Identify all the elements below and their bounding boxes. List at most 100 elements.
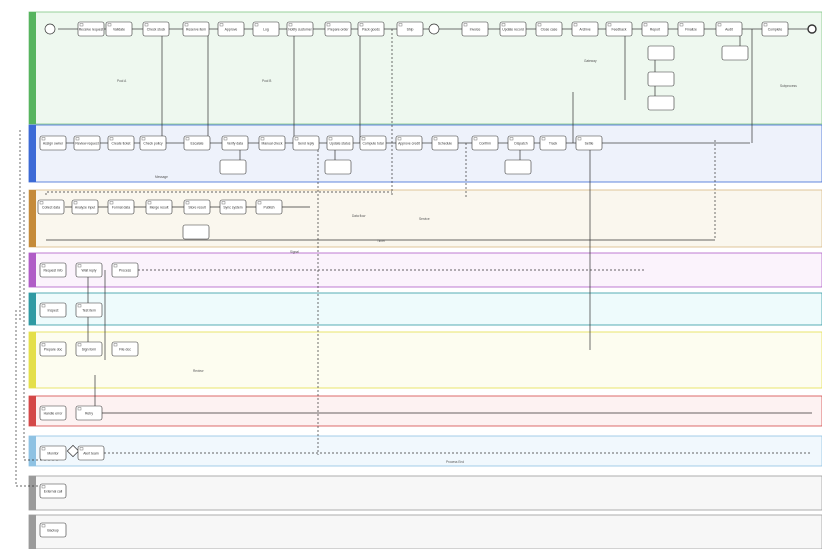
task-box[interactable]: Handle error <box>39 405 67 421</box>
task-box[interactable]: Send reply <box>292 135 320 151</box>
task-label: Escalate <box>190 141 203 145</box>
task-box[interactable]: Close case <box>535 21 563 37</box>
task-box[interactable]: Escalate <box>183 135 211 151</box>
subprocess-box[interactable] <box>504 159 532 175</box>
task-label: Process <box>119 268 132 272</box>
task-box[interactable]: Request info <box>39 262 67 278</box>
task-label: Settle <box>585 141 594 145</box>
task-box[interactable]: Schedule <box>431 135 459 151</box>
task-box[interactable]: Update status <box>326 135 354 151</box>
subprocess-box[interactable] <box>219 159 247 175</box>
task-label: Approve <box>225 27 238 31</box>
task-box[interactable]: Review request <box>73 135 101 151</box>
task-box[interactable]: Approve credit <box>395 135 423 151</box>
task-box[interactable]: Create ticket <box>107 135 135 151</box>
task-box[interactable]: Feedback <box>605 21 633 37</box>
annotation-a4: Subprocess <box>780 84 797 88</box>
subprocess-box[interactable] <box>647 45 675 61</box>
task-box[interactable]: Assign owner <box>39 135 67 151</box>
task-box[interactable]: Log <box>252 21 280 37</box>
task-label: Receive request <box>79 27 104 31</box>
task-box[interactable]: Analyze input <box>71 199 99 215</box>
task-label: Track <box>549 141 558 145</box>
task-box[interactable]: Retry <box>75 405 103 421</box>
task-label: Merge result <box>150 205 169 209</box>
task-label: Validate <box>113 27 125 31</box>
task-label: Prepare doc <box>44 347 63 351</box>
task-box[interactable]: Invoice <box>461 21 489 37</box>
subprocess-box[interactable] <box>647 95 675 111</box>
lane-l5 <box>28 292 822 326</box>
task-label: Notify customer <box>288 27 312 31</box>
task-box[interactable]: Check policy <box>139 135 167 151</box>
task-label: Complete <box>768 27 783 31</box>
task-box[interactable]: Inspect <box>39 302 67 318</box>
annotation-a2: Pool B <box>262 79 271 83</box>
task-box[interactable]: Ship <box>396 21 424 37</box>
task-box[interactable]: Prepare order <box>324 21 352 37</box>
task-box[interactable]: Dispatch <box>507 135 535 151</box>
task-box[interactable]: Test item <box>75 302 103 318</box>
subprocess-box[interactable] <box>324 159 352 175</box>
task-label: Request info <box>43 268 62 272</box>
task-label: Test item <box>82 308 96 312</box>
task-box[interactable]: Archive <box>571 21 599 37</box>
task-box[interactable]: Collect data <box>37 199 65 215</box>
task-label: Send reply <box>298 141 315 145</box>
lane-l6 <box>28 331 822 389</box>
task-box[interactable]: Notify customer <box>286 21 314 37</box>
task-label: Store result <box>188 205 205 209</box>
task-box[interactable]: Pack goods <box>357 21 385 37</box>
task-box[interactable]: Track <box>539 135 567 151</box>
task-box[interactable]: Format data <box>107 199 135 215</box>
task-box[interactable]: Check stock <box>142 21 170 37</box>
task-label: Finalize <box>685 27 697 31</box>
task-box[interactable]: Merge result <box>145 199 173 215</box>
annotation-a10: Review <box>193 369 204 373</box>
task-box[interactable]: Monitor <box>39 445 67 461</box>
task-box[interactable]: File doc <box>111 341 139 357</box>
task-box[interactable]: Validate <box>105 21 133 37</box>
task-box[interactable]: Wait reply <box>75 262 103 278</box>
task-box[interactable]: Approve <box>217 21 245 37</box>
task-label: Compute total <box>362 141 383 145</box>
task-box[interactable]: Backup <box>39 522 67 538</box>
task-box[interactable]: Sign form <box>75 341 103 357</box>
task-label: Handle error <box>44 411 64 415</box>
task-box[interactable]: Update record <box>499 21 527 37</box>
task-box[interactable]: Finalize <box>677 21 705 37</box>
task-box[interactable]: Store result <box>183 199 211 215</box>
task-label: Close case <box>541 27 558 31</box>
lane-l8 <box>28 435 822 467</box>
task-label: Manual check <box>262 141 283 145</box>
task-box[interactable]: Complete <box>761 21 789 37</box>
task-box[interactable]: Sync system <box>219 199 247 215</box>
task-label: Publish <box>263 205 274 209</box>
task-box[interactable]: Compute total <box>359 135 387 151</box>
subprocess-box[interactable] <box>182 224 210 240</box>
task-box[interactable]: Process <box>111 262 139 278</box>
task-box[interactable]: Publish <box>255 199 283 215</box>
task-label: Create ticket <box>111 141 130 145</box>
task-box[interactable]: Alert team <box>77 445 105 461</box>
task-box[interactable]: Manual check <box>258 135 286 151</box>
task-box[interactable]: Reserve item <box>182 21 210 37</box>
task-box[interactable]: Receive request <box>77 21 105 37</box>
lane-l10 <box>28 514 822 549</box>
task-box[interactable]: Report <box>641 21 669 37</box>
lanes <box>28 11 822 549</box>
task-box[interactable]: Verify data <box>221 135 249 151</box>
subprocess-box[interactable] <box>721 45 749 61</box>
task-label: Retry <box>85 411 93 415</box>
task-label: Reserve item <box>186 27 206 31</box>
annotation-a3: Gateway <box>584 59 597 63</box>
task-label: Collect data <box>42 205 60 209</box>
task-label: Pack goods <box>362 27 380 31</box>
subprocess-box[interactable] <box>647 71 675 87</box>
task-box[interactable]: Audit <box>715 21 743 37</box>
task-label: Inspect <box>48 308 59 312</box>
task-box[interactable]: Settle <box>575 135 603 151</box>
task-box[interactable]: External call <box>39 483 67 499</box>
task-box[interactable]: Confirm <box>471 135 499 151</box>
task-box[interactable]: Prepare doc <box>39 341 67 357</box>
